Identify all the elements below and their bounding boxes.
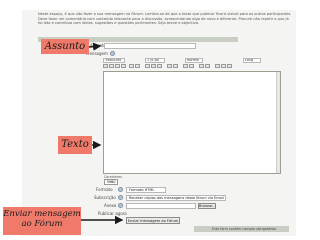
callout-arrows	[81, 42, 124, 225]
arrow-subject	[88, 42, 102, 51]
